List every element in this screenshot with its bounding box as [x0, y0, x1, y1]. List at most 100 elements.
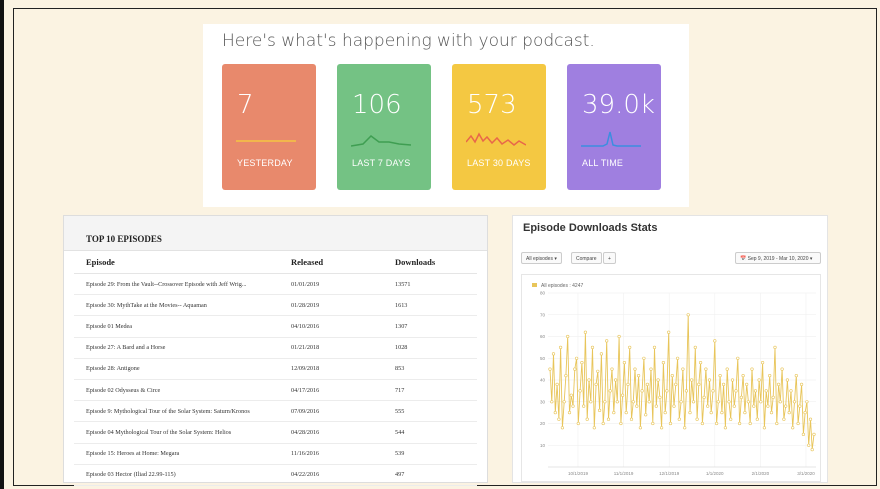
- episode-name: Episode 9: Mythological Tour of the Sola…: [74, 400, 285, 423]
- data-point: [683, 426, 687, 430]
- data-point: [736, 356, 740, 360]
- data-point: [644, 413, 648, 417]
- stat-label: YESTERDAY: [237, 158, 293, 168]
- legend-swatch: [532, 283, 537, 287]
- sparkline: [581, 131, 641, 147]
- stat-card-yesterday[interactable]: 7 YESTERDAY: [222, 64, 316, 190]
- sparkline: [466, 132, 526, 146]
- data-point: [578, 389, 582, 393]
- compare-button[interactable]: Compare: [571, 252, 602, 264]
- download-count: 1028: [377, 337, 477, 359]
- page-edge: [0, 0, 4, 489]
- stat-card-all-time[interactable]: 39.0k ALL TIME: [567, 64, 661, 190]
- data-point: [699, 360, 703, 365]
- data-point: [796, 421, 800, 426]
- table-row[interactable]: Episode 15: Heroes at Home: Megara 11/16/…: [74, 443, 477, 465]
- x-tick-label: 12/1/2019: [659, 471, 680, 476]
- column-header-released[interactable]: Released: [285, 251, 377, 274]
- data-point: [722, 382, 726, 386]
- data-point: [569, 393, 573, 397]
- data-point: [567, 411, 572, 415]
- data-point: [606, 417, 611, 421]
- data-point: [702, 395, 706, 399]
- data-point: [605, 339, 609, 343]
- table-row[interactable]: Episode 29: From the Vault--Crossover Ep…: [74, 273, 477, 296]
- data-point: [723, 426, 727, 430]
- data-point: [658, 395, 662, 399]
- data-point: [660, 426, 664, 430]
- data-point: [590, 345, 595, 349]
- data-point: [693, 345, 697, 349]
- table-row[interactable]: Episode 02 Odysseus & Circe 04/17/2016 717: [74, 379, 477, 402]
- sparkline-path: [581, 131, 641, 147]
- data-point: [674, 382, 678, 386]
- download-count: 853: [377, 358, 477, 380]
- date-range-picker[interactable]: 📅 Sep 9, 2019 - Mar 10, 2020 ▾: [735, 252, 821, 264]
- all-episodes-dropdown[interactable]: All episodes ▾: [521, 252, 562, 264]
- data-point: [596, 369, 600, 373]
- data-point: [566, 334, 570, 339]
- data-point: [631, 400, 635, 404]
- column-header-episode[interactable]: Episode: [74, 251, 285, 274]
- data-point: [560, 426, 565, 430]
- release-date: 01/21/2018: [285, 337, 377, 359]
- data-point: [670, 373, 674, 378]
- download-count: 1613: [377, 294, 477, 317]
- data-point: [750, 367, 754, 371]
- data-point: [780, 367, 784, 371]
- release-date: 07/09/2016: [285, 400, 377, 423]
- data-point: [769, 411, 774, 415]
- release-date: 04/17/2016: [285, 379, 377, 402]
- download-count: 497: [377, 464, 477, 486]
- data-point: [720, 411, 724, 415]
- release-date: 01/01/2019: [285, 273, 377, 296]
- data-point: [743, 411, 747, 415]
- stat-label: LAST 7 DAYS: [352, 158, 411, 168]
- x-tick-label: 3/1/2020: [797, 471, 815, 476]
- data-point: [672, 404, 676, 408]
- data-point: [587, 378, 591, 382]
- table-row[interactable]: Episode 28: Antigone 12/09/2018 853: [74, 358, 477, 380]
- table-row[interactable]: Episode 04 Mythological Tour of the Sola…: [74, 421, 477, 444]
- table-row[interactable]: Episode 01 Medea 04/10/2016 1307: [74, 315, 477, 338]
- data-point: [746, 400, 750, 404]
- data-point: [764, 389, 768, 393]
- data-point: [784, 404, 788, 408]
- data-point: [807, 443, 811, 447]
- data-point: [553, 411, 557, 415]
- data-point: [583, 330, 588, 334]
- data-point: [805, 400, 809, 404]
- data-point: [762, 426, 766, 430]
- data-point: [642, 356, 646, 360]
- table-row[interactable]: Episode 9: Mythological Tour of the Sola…: [74, 400, 477, 423]
- column-header-downloads[interactable]: Downloads: [377, 251, 477, 274]
- data-point: [752, 404, 756, 408]
- data-point: [753, 389, 758, 393]
- y-tick-label: 10: [540, 443, 546, 448]
- data-point: [697, 382, 701, 386]
- stat-card-last-30-days[interactable]: 573 LAST 30 DAYS: [452, 64, 546, 190]
- data-point: [810, 448, 814, 452]
- legend-label: All episodes : 4247: [541, 283, 583, 289]
- sparkline: [236, 140, 296, 142]
- data-point: [661, 360, 665, 365]
- data-point: [654, 404, 658, 408]
- data-point: [706, 404, 710, 408]
- add-button[interactable]: +: [603, 252, 616, 264]
- stats-panel: Here's what's happening with your podcas…: [203, 24, 689, 207]
- data-point: [812, 432, 816, 436]
- data-point: [628, 345, 632, 349]
- stat-label: LAST 30 DAYS: [467, 158, 531, 168]
- data-point: [619, 421, 623, 426]
- table-row[interactable]: Episode 27: A Bard and a Horse 01/21/2018…: [74, 337, 477, 359]
- data-point: [789, 389, 793, 393]
- table-row[interactable]: Episode 03 Hector (Iliad 22.99-115) 04/22…: [74, 464, 477, 486]
- data-point: [700, 421, 704, 426]
- stat-card-last-7-days[interactable]: 106 LAST 7 DAYS: [337, 64, 431, 190]
- release-date: 12/09/2018: [285, 358, 377, 380]
- release-date: 11/16/2016: [285, 443, 377, 465]
- data-point: [711, 389, 715, 393]
- table-row[interactable]: Episode 30: MythTake at the Movies-- Aqu…: [74, 294, 477, 317]
- y-tick-label: 60: [540, 334, 546, 339]
- data-point: [738, 421, 742, 426]
